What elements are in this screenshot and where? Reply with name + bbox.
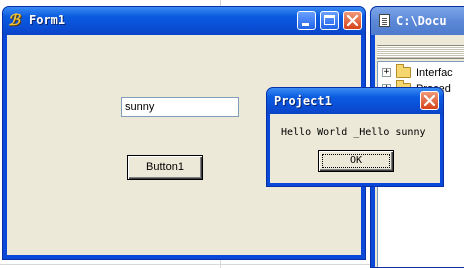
project1-messagebox: Project1 Hello World _Hello sunny OK	[266, 87, 444, 187]
tree-item-label: Interfac	[416, 67, 453, 79]
tree-item-interfaces[interactable]: + Interfac	[382, 64, 464, 80]
vb-project-icon[interactable]: ℬ	[8, 12, 24, 28]
messagebox-client-area: Hello World _Hello sunny OK	[270, 114, 440, 183]
explorer-title: C:\Docu	[396, 14, 447, 28]
explorer-titlebar[interactable]: C:\Docu	[371, 7, 464, 35]
close-icon	[346, 14, 359, 27]
ok-button[interactable]: OK	[318, 150, 394, 172]
folder-icon	[396, 64, 411, 78]
messagebox-titlebar[interactable]: Project1	[267, 88, 443, 114]
close-icon	[423, 94, 436, 107]
form1-titlebar[interactable]: ℬ Form1	[3, 7, 365, 35]
expand-icon[interactable]: +	[382, 68, 391, 77]
minimize-icon	[302, 23, 309, 26]
messagebox-title: Project1	[274, 94, 332, 108]
minimize-button[interactable]	[297, 11, 316, 30]
maximize-icon	[324, 15, 335, 25]
button1[interactable]: Button1	[127, 155, 203, 180]
explorer-toolbar	[377, 45, 464, 59]
message-text: Hello World _Hello sunny	[281, 127, 426, 138]
name-textbox[interactable]: sunny	[121, 97, 239, 117]
maximize-button[interactable]	[320, 11, 339, 30]
document-icon	[379, 14, 390, 27]
close-button[interactable]	[343, 11, 362, 30]
form1-title: Form1	[29, 13, 66, 27]
messagebox-close-button[interactable]	[420, 91, 439, 110]
